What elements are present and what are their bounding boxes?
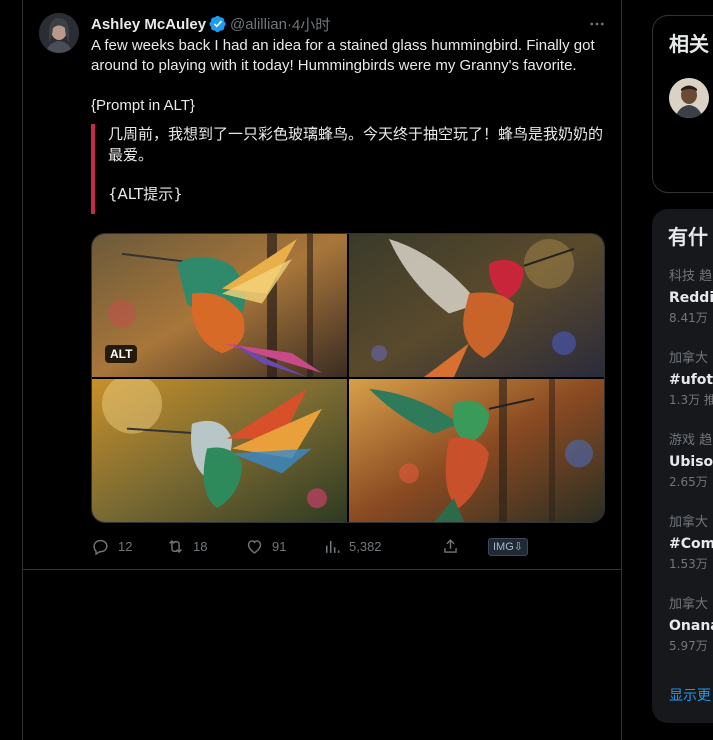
views-count: 5,382	[349, 538, 382, 554]
trend-count: 8.41万	[669, 311, 708, 325]
media-image-4[interactable]	[349, 379, 604, 522]
related-accounts-card: 相关	[652, 15, 713, 193]
author-avatar[interactable]	[39, 13, 79, 53]
trend-category: 游戏 趋	[669, 433, 713, 448]
related-account-avatar[interactable]	[669, 78, 709, 118]
trend-item[interactable]: 科技 趋 Reddit 8.41万	[669, 269, 713, 326]
trend-name: Onana	[669, 618, 713, 634]
trend-item[interactable]: 加拿大 #ufotw 1.3万 推	[669, 351, 713, 408]
trend-category: 加拿大	[669, 515, 709, 530]
tweet-text-body: A few weeks back I had an idea for a sta…	[91, 37, 595, 74]
trend-name: Reddit	[669, 290, 713, 306]
trend-category: 加拿大	[669, 597, 709, 612]
trend-name: #Com	[669, 536, 713, 552]
media-gallery[interactable]: ALT	[91, 233, 605, 523]
retweet-icon	[169, 539, 182, 553]
views-button[interactable]: 5,382	[322, 536, 382, 556]
trend-count: 1.53万	[669, 557, 708, 571]
translation-block: 几周前，我想到了一只彩色玻璃蜂鸟。今天终于抽空玩了！蜂鸟是我奶奶的最爱。 {AL…	[91, 124, 609, 214]
tweet-timestamp[interactable]: 4小时	[292, 14, 330, 35]
tweet[interactable]: Ashley McAuley @alillian · 4小时 A few wee…	[23, 0, 621, 570]
verified-badge-icon	[209, 15, 227, 33]
share-icon	[444, 538, 457, 553]
trend-count: 2.65万	[669, 475, 708, 489]
reply-count: 12	[118, 538, 133, 554]
trends-card: 有什 科技 趋 Reddit 8.41万 加拿大 #ufotw 1.3万 推 游…	[652, 209, 713, 723]
author-handle[interactable]: @alillian	[230, 16, 287, 33]
trend-count: 5.97万	[669, 639, 708, 653]
media-image-3[interactable]	[92, 379, 347, 522]
reply-icon	[93, 539, 108, 555]
like-count: 91	[272, 538, 287, 554]
image-download-button[interactable]: IMG⇩	[488, 538, 528, 556]
tweet-text-prompt-note: {Prompt in ALT}	[91, 97, 195, 114]
trend-item[interactable]: 游戏 趋 Ubisof 2.65万	[669, 433, 713, 490]
author-name[interactable]: Ashley McAuley	[91, 16, 206, 33]
trend-category: 科技 趋	[669, 269, 713, 284]
trend-name: #ufotw	[669, 372, 713, 388]
page: Ashley McAuley @alillian · 4小时 A few wee…	[0, 0, 713, 740]
like-button[interactable]: 91	[245, 536, 286, 556]
related-title: 相关	[669, 32, 709, 56]
heart-icon	[247, 539, 262, 554]
trend-item[interactable]: 加拿大 #Com 1.53万	[669, 515, 713, 572]
more-horizontal-icon	[590, 22, 604, 26]
tweet-text: A few weeks back I had an idea for a sta…	[91, 36, 609, 116]
translation-body: 几周前，我想到了一只彩色玻璃蜂鸟。今天终于抽空玩了！蜂鸟是我奶奶的最爱。	[108, 125, 604, 164]
retweet-button[interactable]: 18	[166, 536, 207, 556]
share-button[interactable]	[441, 536, 468, 556]
reply-button[interactable]: 12	[91, 536, 132, 556]
tweet-header: Ashley McAuley @alillian · 4小时	[91, 14, 330, 34]
trend-count: 1.3万 推	[669, 393, 713, 407]
translation-alt-hint: {ALT提示}	[108, 185, 183, 203]
trend-name: Ubisof	[669, 454, 713, 470]
show-more-link[interactable]: 显示更	[669, 685, 711, 705]
views-chart-icon	[325, 540, 340, 553]
retweet-count: 18	[193, 538, 208, 554]
trend-item[interactable]: 加拿大 Onana 5.97万	[669, 597, 713, 654]
trends-title: 有什	[668, 225, 708, 249]
tweet-actions: 12 18 91 5,382 IMG⇩	[91, 536, 611, 558]
media-image-2[interactable]	[349, 234, 604, 377]
alt-badge[interactable]: ALT	[105, 345, 138, 363]
trend-category: 加拿大	[669, 351, 709, 366]
more-options-button[interactable]	[587, 14, 607, 34]
timeline: Ashley McAuley @alillian · 4小时 A few wee…	[22, 0, 622, 740]
